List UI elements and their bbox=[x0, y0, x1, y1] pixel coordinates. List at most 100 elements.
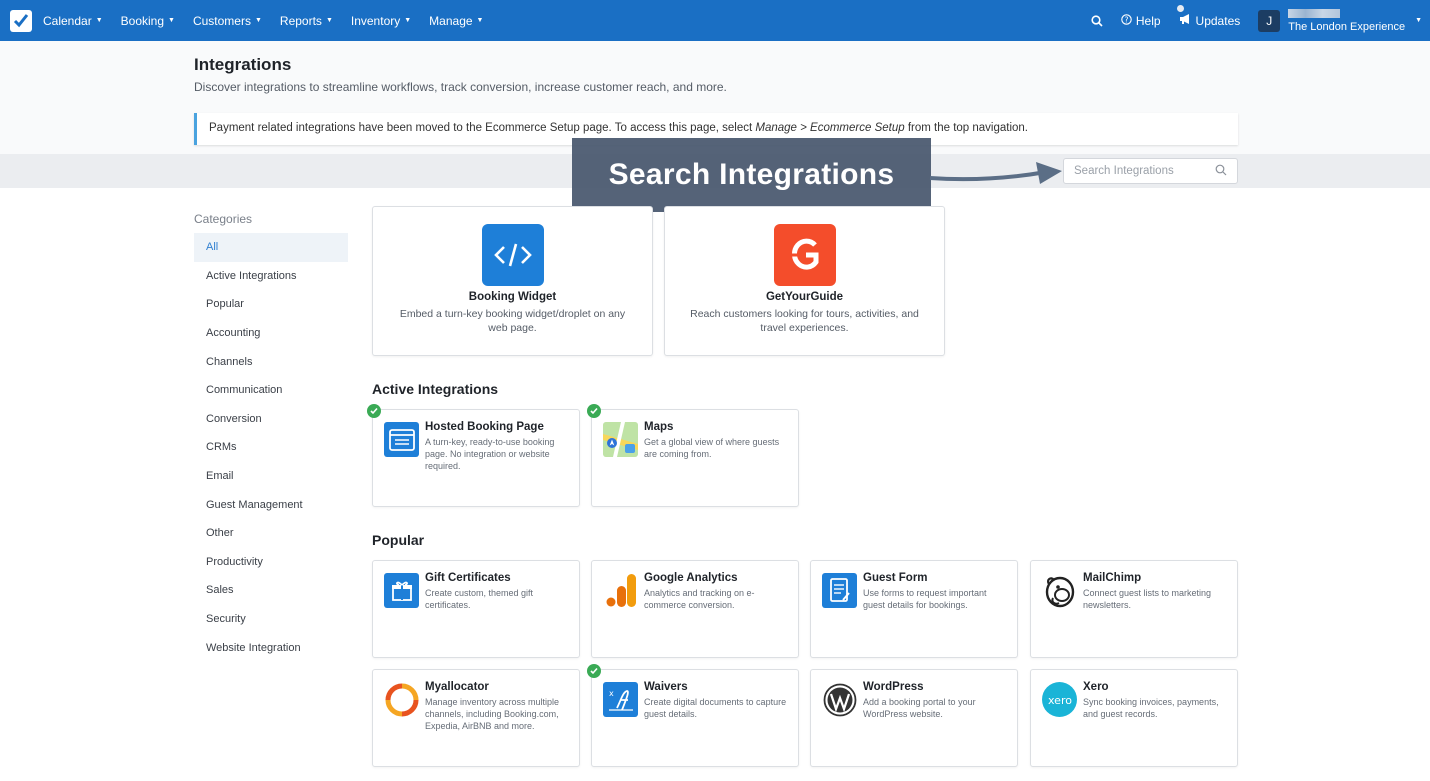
chevron-down-icon[interactable]: ▼ bbox=[1415, 17, 1422, 24]
nav-booking[interactable]: Booking ▼ bbox=[121, 14, 175, 28]
integration-card-hosted-booking-page[interactable]: Hosted Booking Page A turn-key, ready-to… bbox=[372, 409, 580, 507]
nav-calendar[interactable]: Calendar ▼ bbox=[43, 14, 103, 28]
active-check-icon bbox=[367, 404, 381, 418]
form-icon bbox=[822, 573, 857, 608]
integration-card-xero[interactable]: xero Xero Sync booking invoices, payment… bbox=[1030, 669, 1238, 767]
avatar[interactable]: J bbox=[1258, 9, 1281, 32]
integration-card-wordpress[interactable]: WordPress Add a booking portal to your W… bbox=[810, 669, 1018, 767]
integration-description: Sync booking invoices, payments, and gue… bbox=[1083, 697, 1219, 719]
search-integrations-callout: Search Integrations bbox=[572, 138, 931, 212]
categories-title: Categories bbox=[194, 212, 253, 226]
integration-title: Xero bbox=[1083, 681, 1109, 693]
chevron-down-icon: ▼ bbox=[404, 17, 412, 24]
app-logo-icon[interactable] bbox=[10, 9, 32, 32]
integration-card-google-analytics[interactable]: Google Analytics Analytics and tracking … bbox=[591, 560, 799, 658]
category-popular[interactable]: Popular bbox=[194, 290, 348, 319]
account-user-redacted bbox=[1288, 8, 1341, 18]
search-icon bbox=[1215, 164, 1227, 179]
integration-card-waivers[interactable]: x Waivers Create digital documents to ca… bbox=[591, 669, 799, 767]
category-crms[interactable]: CRMs bbox=[194, 433, 348, 462]
nav-customers[interactable]: Customers ▼ bbox=[193, 14, 262, 28]
integration-title: Myallocator bbox=[425, 681, 489, 693]
callout-arrow-icon bbox=[929, 162, 1062, 184]
featured-title: Booking Widget bbox=[468, 291, 557, 303]
svg-text:xero: xero bbox=[1048, 694, 1072, 707]
category-website-integration[interactable]: Website Integration bbox=[194, 633, 348, 662]
featured-title: GetYourGuide bbox=[765, 291, 844, 303]
integration-description: Create custom, themed gift certificates. bbox=[425, 588, 534, 610]
integration-title: MailChimp bbox=[1083, 572, 1142, 584]
integration-title: WordPress bbox=[863, 681, 924, 693]
myallocator-icon bbox=[384, 682, 419, 717]
integration-card-mailchimp[interactable]: MailChimp Connect guest lists to marketi… bbox=[1030, 560, 1238, 658]
category-guest-management[interactable]: Guest Management bbox=[194, 490, 348, 519]
category-other[interactable]: Other bbox=[194, 519, 348, 548]
featured-description: Embed a turn-key booking widget/droplet … bbox=[399, 308, 626, 334]
integration-title: Waivers bbox=[644, 681, 688, 693]
integration-card-myallocator[interactable]: Myallocator Manage inventory across mult… bbox=[372, 669, 580, 767]
category-communication[interactable]: Communication bbox=[194, 376, 348, 405]
category-productivity[interactable]: Productivity bbox=[194, 548, 348, 577]
nav-inventory[interactable]: Inventory ▼ bbox=[351, 14, 411, 28]
integration-title: Hosted Booking Page bbox=[425, 421, 544, 433]
section-title-popular: Popular bbox=[372, 532, 425, 548]
section-title-active-integrations: Active Integrations bbox=[372, 381, 499, 397]
search-icon bbox=[1091, 14, 1103, 27]
getyourguide-logo-icon bbox=[773, 224, 836, 286]
integration-description: Connect guest lists to marketing newslet… bbox=[1083, 588, 1212, 610]
hosted-page-icon bbox=[384, 422, 419, 457]
featured-description: Reach customers looking for tours, activ… bbox=[690, 308, 919, 334]
category-security[interactable]: Security bbox=[194, 605, 348, 634]
chevron-down-icon: ▼ bbox=[168, 17, 175, 24]
help-icon: ? bbox=[1121, 13, 1132, 28]
integration-description: Use forms to request important guest det… bbox=[863, 588, 987, 610]
active-check-icon bbox=[587, 664, 601, 678]
chevron-down-icon: ▼ bbox=[254, 17, 262, 24]
notice-menu-path: Manage > Ecommerce Setup bbox=[755, 122, 905, 134]
wordpress-icon bbox=[822, 682, 857, 717]
featured-card-booking-widget[interactable]: Booking Widget Embed a turn-key booking … bbox=[372, 206, 653, 356]
search-integrations-input[interactable]: Search Integrations bbox=[1063, 158, 1238, 184]
page-title: Integrations bbox=[194, 55, 292, 74]
updates-button[interactable]: Updates bbox=[1176, 5, 1240, 28]
notification-dot bbox=[1176, 5, 1184, 12]
code-icon bbox=[481, 224, 544, 286]
active-check-icon bbox=[587, 404, 601, 418]
nav-reports[interactable]: Reports ▼ bbox=[280, 14, 333, 28]
category-list: All Active Integrations Popular Accounti… bbox=[194, 233, 348, 662]
megaphone-icon bbox=[1179, 13, 1192, 28]
category-channels[interactable]: Channels bbox=[194, 347, 348, 376]
integration-title: Guest Form bbox=[863, 572, 928, 584]
integration-description: Add a booking portal to your WordPress w… bbox=[863, 697, 976, 719]
integration-card-maps[interactable]: Maps Get a global view of where guests a… bbox=[591, 409, 799, 507]
maps-icon bbox=[603, 422, 638, 457]
category-accounting[interactable]: Accounting bbox=[194, 319, 348, 348]
svg-text:?: ? bbox=[1124, 15, 1128, 24]
featured-card-getyourguide[interactable]: GetYourGuide Reach customers looking for… bbox=[664, 206, 945, 356]
chevron-down-icon: ▼ bbox=[476, 17, 484, 24]
help-button[interactable]: ? Help bbox=[1121, 14, 1161, 28]
integration-description: Analytics and tracking on e-commerce con… bbox=[644, 588, 755, 610]
integration-card-gift-certificates[interactable]: Gift Certificates Create custom, themed … bbox=[372, 560, 580, 658]
global-search-button[interactable] bbox=[1091, 14, 1103, 27]
integration-description: A turn-key, ready-to-use booking page. N… bbox=[425, 437, 555, 471]
google-analytics-icon bbox=[603, 573, 638, 608]
account-menu[interactable]: The London Experience bbox=[1288, 8, 1405, 33]
nav-manage[interactable]: Manage ▼ bbox=[429, 14, 483, 28]
integration-description: Get a global view of where guests are co… bbox=[644, 437, 780, 459]
integration-description: Manage inventory across multiple channel… bbox=[425, 697, 560, 731]
integration-card-guest-form[interactable]: Guest Form Use forms to request importan… bbox=[810, 560, 1018, 658]
svg-text:x: x bbox=[609, 689, 614, 698]
page-subtitle: Discover integrations to streamline work… bbox=[194, 80, 727, 94]
category-all[interactable]: All bbox=[194, 233, 348, 262]
signature-icon: x bbox=[603, 682, 638, 717]
chevron-down-icon: ▼ bbox=[325, 17, 333, 24]
category-sales[interactable]: Sales bbox=[194, 576, 348, 605]
integration-title: Google Analytics bbox=[644, 572, 738, 584]
top-right-controls: ? Help Updates J The London Experience ▼ bbox=[1091, 0, 1430, 41]
category-active-integrations[interactable]: Active Integrations bbox=[194, 262, 348, 291]
xero-logo-icon: xero bbox=[1042, 682, 1077, 717]
category-email[interactable]: Email bbox=[194, 462, 348, 491]
mailchimp-icon bbox=[1042, 573, 1077, 608]
category-conversion[interactable]: Conversion bbox=[194, 405, 348, 434]
